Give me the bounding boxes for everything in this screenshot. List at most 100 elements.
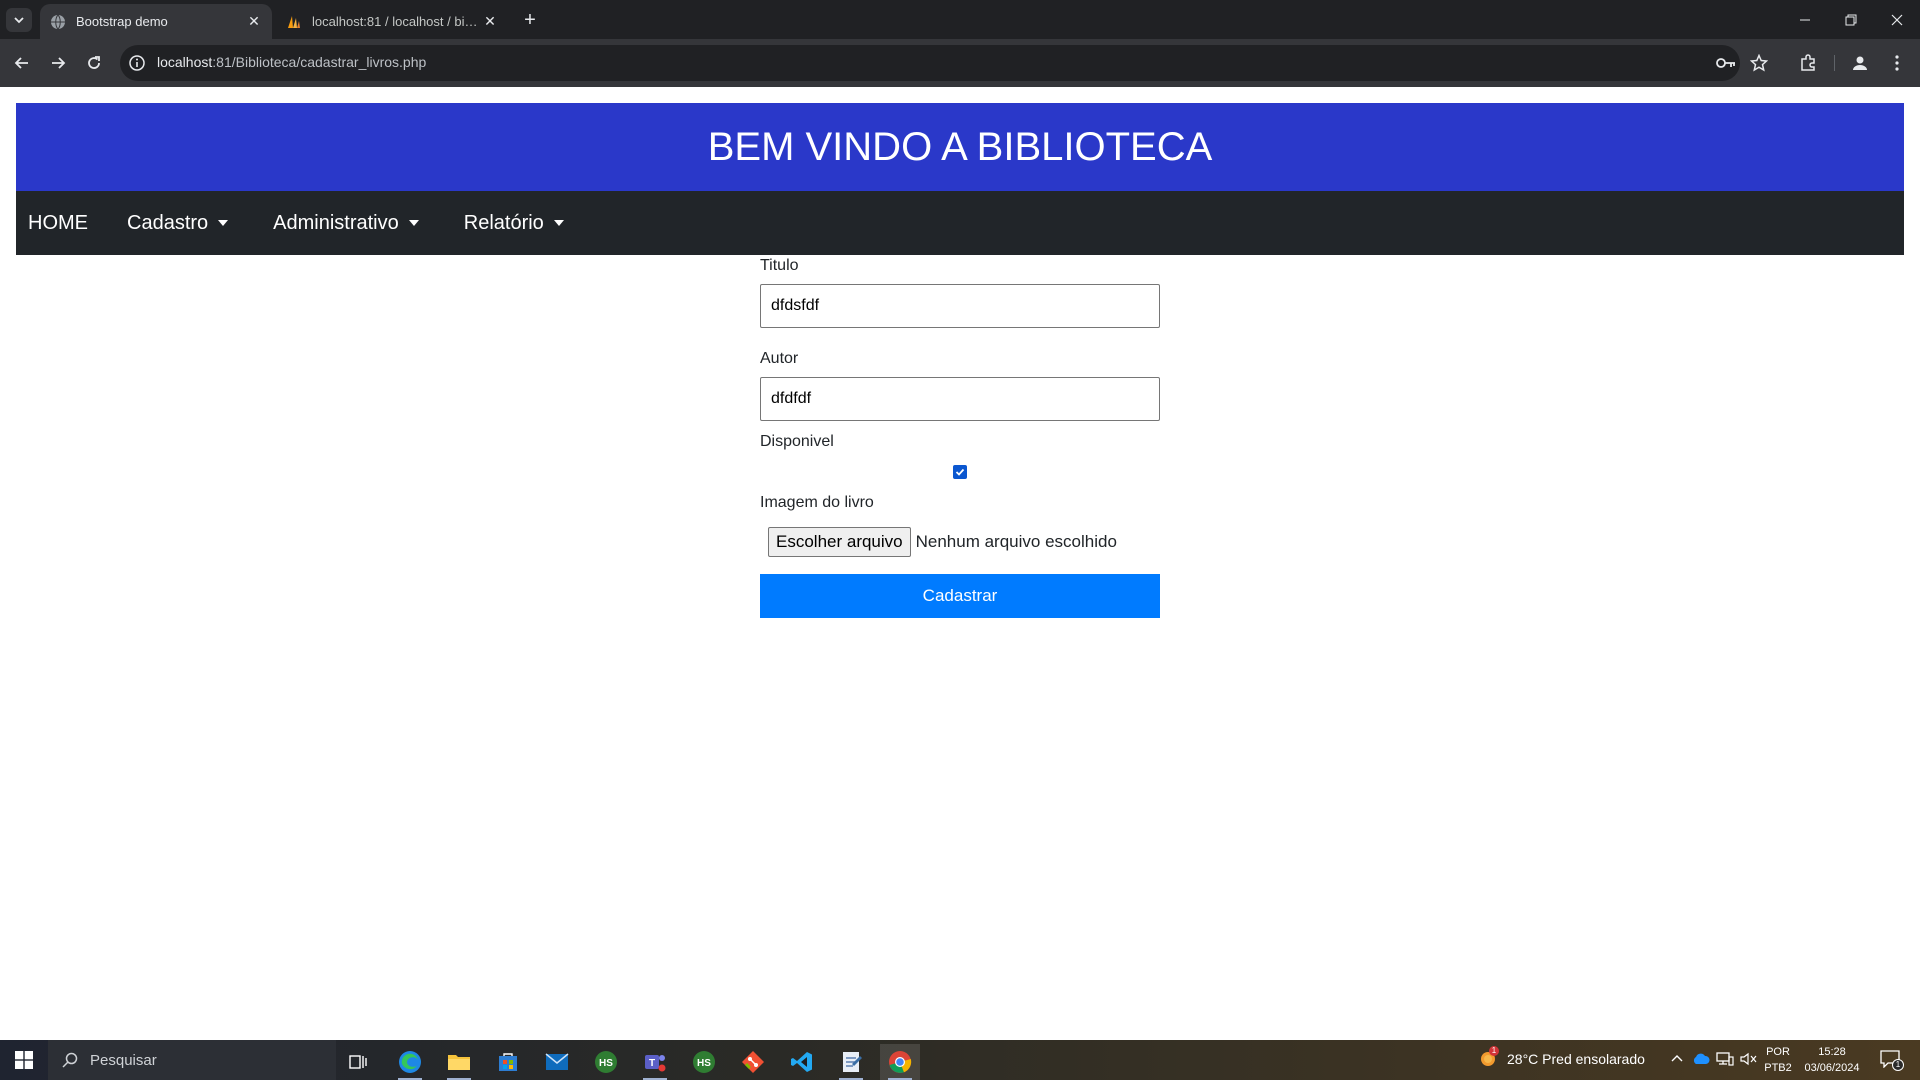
minimize-icon bbox=[1800, 19, 1810, 20]
speaker-muted-icon bbox=[1740, 1052, 1757, 1066]
language-indicator[interactable]: POR PTB2 bbox=[1764, 1044, 1792, 1076]
nav-home-label: HOME bbox=[28, 211, 88, 234]
weather-widget-icon-wrap[interactable]: 1 bbox=[1478, 1046, 1500, 1070]
restore-button[interactable] bbox=[1828, 0, 1874, 39]
titulo-input[interactable]: dfdsfdf bbox=[760, 284, 1160, 328]
tab-title: localhost:81 / localhost / bibliot bbox=[312, 14, 482, 29]
new-tab-button[interactable]: + bbox=[518, 8, 542, 32]
cloud-icon bbox=[1693, 1053, 1710, 1064]
volume-tray[interactable] bbox=[1740, 1052, 1758, 1071]
site-info-icon[interactable] bbox=[128, 54, 146, 72]
titulo-value: dfdsfdf bbox=[771, 297, 820, 314]
start-button[interactable] bbox=[0, 1040, 48, 1080]
globe-icon bbox=[51, 14, 65, 29]
toolbar-divider bbox=[1834, 55, 1835, 71]
taskbar-mail[interactable] bbox=[537, 1044, 577, 1080]
svg-text:HS: HS bbox=[697, 1058, 711, 1069]
taskbar-store[interactable] bbox=[488, 1044, 528, 1080]
task-view-button[interactable] bbox=[339, 1044, 379, 1080]
password-key-button[interactable] bbox=[1715, 52, 1737, 74]
taskbar-file-explorer[interactable] bbox=[439, 1044, 479, 1080]
nav-administrativo-dropdown[interactable]: Administrativo bbox=[273, 212, 419, 235]
book-register-form: Titulo dfdsfdf Autor dfdfdf Disponivel I… bbox=[760, 255, 1160, 618]
notification-count: 1 bbox=[1892, 1059, 1904, 1071]
nav-cadastro-dropdown[interactable]: Cadastro bbox=[127, 211, 229, 235]
taskbar-chrome[interactable] bbox=[880, 1044, 920, 1080]
page-title: BEM VINDO A BIBLIOTECA bbox=[707, 124, 1213, 169]
clock[interactable]: 15:28 03/06/2024 bbox=[1796, 1044, 1868, 1076]
imagem-file-input: Escolher arquivo Nenhum arquivo escolhid… bbox=[760, 527, 1160, 557]
notification-center-button[interactable]: 1 bbox=[1880, 1050, 1904, 1072]
minimize-button[interactable] bbox=[1782, 0, 1828, 39]
reload-icon bbox=[88, 56, 100, 69]
close-tab-icon[interactable]: ✕ bbox=[246, 13, 262, 30]
tab-bootstrap-demo[interactable]: Bootstrap demo ✕ bbox=[40, 4, 272, 39]
tab-phpmyadmin[interactable]: localhost:81 / localhost / bibliot ✕ bbox=[276, 4, 508, 39]
taskbar-edge[interactable] bbox=[390, 1044, 430, 1080]
taskbar-git[interactable] bbox=[733, 1044, 773, 1080]
disponivel-checkbox-row bbox=[760, 465, 1160, 479]
browser-menu-button[interactable] bbox=[1886, 52, 1908, 74]
svg-text:HS: HS bbox=[599, 1058, 613, 1069]
teams-icon: T bbox=[645, 1055, 666, 1072]
clock-time: 15:28 bbox=[1818, 1046, 1846, 1058]
svg-text:T: T bbox=[649, 1058, 655, 1069]
search-icon bbox=[62, 1052, 78, 1068]
autor-label: Autor bbox=[760, 350, 799, 367]
language-bottom: PTB2 bbox=[1764, 1062, 1792, 1074]
key-icon bbox=[1716, 58, 1735, 68]
tab-search-button[interactable] bbox=[6, 8, 32, 32]
disponivel-checkbox[interactable] bbox=[953, 465, 967, 479]
profile-button[interactable] bbox=[1849, 52, 1871, 74]
tab-title: Bootstrap demo bbox=[76, 14, 168, 29]
hs-icon: HS bbox=[595, 1051, 617, 1073]
choose-file-button[interactable]: Escolher arquivo bbox=[768, 527, 911, 557]
avatar-icon bbox=[1853, 56, 1867, 70]
task-view-icon bbox=[349, 1055, 367, 1069]
nav-relatorio-dropdown[interactable]: Relatório bbox=[464, 212, 564, 235]
weather-badge: 1 bbox=[1489, 1046, 1499, 1056]
weather-text[interactable]: 28°C Pred ensolarado bbox=[1507, 1051, 1645, 1067]
close-window-button[interactable] bbox=[1874, 0, 1920, 39]
cadastrar-button[interactable]: Cadastrar bbox=[760, 574, 1160, 618]
language-top: POR bbox=[1766, 1046, 1790, 1058]
autor-input[interactable]: dfdfdf bbox=[760, 377, 1160, 421]
bookmark-button[interactable] bbox=[1748, 52, 1770, 74]
browser-tab-strip: Bootstrap demo ✕ localhost:81 / localhos… bbox=[0, 0, 1920, 39]
url-host: localhost bbox=[157, 54, 213, 70]
taskbar-search[interactable]: Pesquisar bbox=[48, 1040, 336, 1080]
extensions-button[interactable] bbox=[1797, 52, 1819, 74]
taskbar-notepad-app[interactable] bbox=[831, 1044, 871, 1080]
reload-button[interactable] bbox=[82, 51, 106, 75]
forward-button[interactable] bbox=[46, 51, 70, 75]
mail-icon bbox=[545, 1053, 569, 1070]
show-hidden-icons-button[interactable] bbox=[1670, 1052, 1684, 1071]
close-icon bbox=[1891, 14, 1903, 25]
more-vertical-icon bbox=[1895, 55, 1899, 71]
hs-icon: HS bbox=[693, 1051, 715, 1073]
store-icon bbox=[499, 1053, 517, 1071]
file-status: Nenhum arquivo escolhido bbox=[915, 532, 1117, 551]
back-button[interactable] bbox=[10, 51, 34, 75]
arrow-right-icon bbox=[52, 57, 66, 69]
imagem-label: Imagem do livro bbox=[760, 494, 874, 511]
folder-icon bbox=[448, 1055, 470, 1070]
address-url: localhost:81/Biblioteca/cadastrar_livros… bbox=[157, 54, 426, 70]
main-navbar: HOME Cadastro Administrativo Relatório bbox=[16, 191, 1904, 255]
taskbar-vscode[interactable] bbox=[782, 1044, 822, 1080]
puzzle-icon bbox=[1801, 54, 1815, 71]
onedrive-tray[interactable] bbox=[1692, 1052, 1710, 1071]
windows-taskbar: Pesquisar HS T HS 1 28°C Pred ensolarado… bbox=[0, 1040, 1920, 1080]
nav-cadastro-label: Cadastro bbox=[127, 211, 209, 234]
restore-icon bbox=[1845, 14, 1857, 25]
caret-down-icon bbox=[553, 220, 564, 226]
network-tray[interactable] bbox=[1716, 1052, 1734, 1071]
taskbar-heidisql[interactable]: HS bbox=[586, 1044, 626, 1080]
close-tab-icon[interactable]: ✕ bbox=[482, 13, 498, 30]
nav-home[interactable]: HOME bbox=[28, 212, 88, 235]
document-app-icon bbox=[843, 1052, 862, 1072]
taskbar-heidisql-2[interactable]: HS bbox=[684, 1044, 724, 1080]
caret-down-icon bbox=[218, 220, 229, 226]
caret-down-icon bbox=[408, 220, 419, 226]
taskbar-teams[interactable]: T bbox=[635, 1044, 675, 1080]
